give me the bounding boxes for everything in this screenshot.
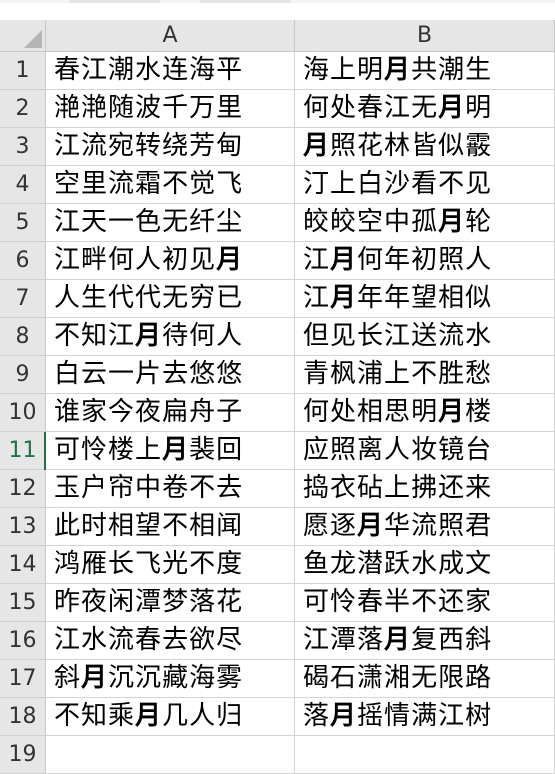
select-all-corner[interactable] [0,20,46,52]
cell-a[interactable]: 此时相望不相闻 [46,508,295,546]
top-band [0,0,555,20]
cell-a[interactable]: 滟滟随波千万里 [46,90,295,128]
row-header[interactable]: 7 [0,280,46,318]
cell-a[interactable]: 不知乘月几人归 [46,698,295,736]
row-header[interactable]: 9 [0,356,46,394]
cell-b[interactable]: 江月年年望相似 [295,280,555,318]
row-header[interactable]: 12 [0,470,46,508]
cell-a[interactable] [46,736,295,774]
cell-b[interactable]: 愿逐月华流照君 [295,508,555,546]
sheet-tab-left[interactable] [70,0,160,3]
highlighted-char: 月 [384,625,412,655]
cell-a[interactable]: 江流宛转绕芳甸 [46,128,295,166]
cell-a[interactable]: 人生代代无穷已 [46,280,295,318]
row-header[interactable]: 11 [0,432,46,470]
highlighted-char: 月 [330,245,358,275]
highlighted-char: 月 [303,131,331,161]
sheet-tab-right[interactable] [200,0,290,3]
cell-a[interactable]: 谁家今夜扁舟子 [46,394,295,432]
cell-a[interactable]: 鸿雁长飞光不度 [46,546,295,584]
cell-b[interactable]: 可怜春半不还家 [295,584,555,622]
row-header[interactable]: 17 [0,660,46,698]
row-header[interactable]: 3 [0,128,46,166]
row-header[interactable]: 19 [0,736,46,774]
row-header[interactable]: 10 [0,394,46,432]
highlighted-char: 月 [438,397,466,427]
highlighted-char: 月 [330,283,358,313]
cell-b[interactable] [295,736,555,774]
cell-b[interactable]: 青枫浦上不胜愁 [295,356,555,394]
highlighted-char: 月 [135,321,163,351]
row-header[interactable]: 13 [0,508,46,546]
cell-b[interactable]: 江月何年初照人 [295,242,555,280]
cell-b[interactable]: 何处春江无月明 [295,90,555,128]
row-header[interactable]: 14 [0,546,46,584]
cell-b[interactable]: 何处相思明月楼 [295,394,555,432]
row-header[interactable]: 6 [0,242,46,280]
highlighted-char: 月 [81,663,109,693]
row-header[interactable]: 5 [0,204,46,242]
cell-b[interactable]: 鱼龙潜跃水成文 [295,546,555,584]
cell-b[interactable]: 皎皎空中孤月轮 [295,204,555,242]
active-cell-indicator [44,432,46,470]
highlighted-char: 月 [216,245,244,275]
row-header[interactable]: 8 [0,318,46,356]
cell-b[interactable]: 碣石潇湘无限路 [295,660,555,698]
cell-a[interactable]: 白云一片去悠悠 [46,356,295,394]
highlighted-char: 月 [330,701,358,731]
cell-b[interactable]: 捣衣砧上拂还来 [295,470,555,508]
cell-b[interactable]: 应照离人妆镜台 [295,432,555,470]
highlighted-char: 月 [357,511,385,541]
highlighted-char: 月 [162,435,190,465]
column-header-a[interactable]: A [46,20,295,52]
select-all-triangle-icon [24,30,42,48]
row-header[interactable]: 1 [0,52,46,90]
column-header-b[interactable]: B [295,20,555,52]
cell-a[interactable]: 江畔何人初见月 [46,242,295,280]
cell-b[interactable]: 月照花林皆似霰 [295,128,555,166]
tab-strip [0,0,555,3]
row-header[interactable]: 16 [0,622,46,660]
row-header[interactable]: 2 [0,90,46,128]
highlighted-char: 月 [438,93,466,123]
cell-b[interactable]: 海上明月共潮生 [295,52,555,90]
cell-b[interactable]: 汀上白沙看不见 [295,166,555,204]
cell-a[interactable]: 斜月沉沉藏海雾 [46,660,295,698]
cell-a[interactable]: 可怜楼上月裴回 [46,432,295,470]
cell-a[interactable]: 江水流春去欲尽 [46,622,295,660]
highlighted-char: 月 [135,701,163,731]
cell-a[interactable]: 空里流霜不觉飞 [46,166,295,204]
cell-b[interactable]: 落月摇情满江树 [295,698,555,736]
cell-a[interactable]: 不知江月待何人 [46,318,295,356]
row-header[interactable]: 18 [0,698,46,736]
spreadsheet-grid: A B 1 春江潮水连海平 海上明月共潮生 2 滟滟随波千万里 何处春江无月明 3 江流宛转绕… [0,0,555,774]
row-header[interactable]: 15 [0,584,46,622]
highlighted-char: 月 [384,55,412,85]
cell-a[interactable]: 春江潮水连海平 [46,52,295,90]
highlighted-char: 月 [438,207,466,237]
cell-b[interactable]: 江潭落月复西斜 [295,622,555,660]
cell-b[interactable]: 但见长江送流水 [295,318,555,356]
cell-a[interactable]: 江天一色无纤尘 [46,204,295,242]
cell-a[interactable]: 玉户帘中卷不去 [46,470,295,508]
cell-a[interactable]: 昨夜闲潭梦落花 [46,584,295,622]
row-header[interactable]: 4 [0,166,46,204]
